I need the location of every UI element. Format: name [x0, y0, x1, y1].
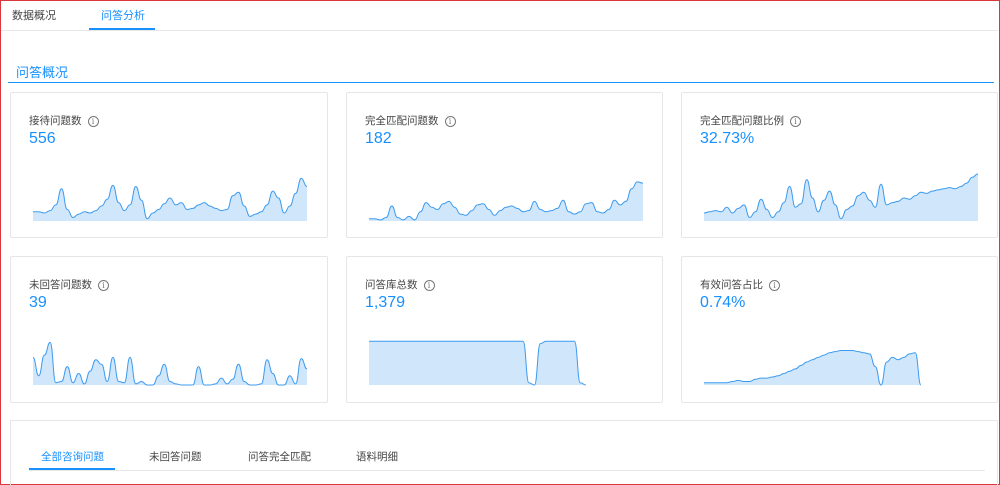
sparkline-area: [369, 181, 643, 221]
tab-all-questions[interactable]: 全部咨询问题: [41, 449, 104, 464]
card-label: 接待问题数: [29, 115, 82, 127]
card-label: 未回答问题数: [29, 279, 92, 291]
tab-data-overview[interactable]: 数据概况: [12, 7, 56, 23]
card-label: 问答库总数: [365, 279, 418, 291]
sparkline-area: [704, 173, 978, 221]
card-value: 39: [29, 294, 47, 311]
sparkline-chart: [703, 173, 979, 221]
sparkline-chart: [704, 350, 922, 386]
card-value: 32.73%: [700, 130, 755, 147]
section-divider: [8, 82, 994, 83]
window-frame: [0, 0, 1000, 485]
sparkline-chart: [369, 340, 586, 386]
sparkline-area: [33, 178, 307, 221]
info-icon[interactable]: i: [444, 116, 456, 127]
tab-corpus-details[interactable]: 语料明细: [356, 449, 398, 464]
tab-exact-match[interactable]: 问答完全匹配: [248, 449, 311, 464]
info-icon[interactable]: i: [87, 116, 99, 127]
sparkline-area: [33, 342, 307, 385]
question-list-panel: 全部咨询问题 未回答问题 问答完全匹配 语料明细: [10, 420, 998, 485]
sub-tab-divider: [29, 470, 985, 471]
sparkline-chart: [32, 177, 308, 221]
card-label: 完全匹配问题数: [365, 115, 439, 127]
card-label: 完全匹配问题比例: [700, 115, 784, 127]
card-value: 1,379: [365, 294, 406, 311]
section-title: 问答概况: [16, 66, 69, 81]
stat-card-valid-qa-ratio: 有效问答占比 i 0.74%: [681, 256, 998, 403]
stat-card-qa-library-total: 问答库总数 i 1,379: [346, 256, 663, 403]
info-icon[interactable]: i: [423, 280, 435, 291]
card-value: 0.74%: [700, 294, 746, 311]
info-icon[interactable]: i: [769, 280, 780, 291]
stat-card-received-questions: 接待问题数 i 556: [10, 92, 328, 238]
top-tab-bar: 数据概况 问答分析: [1, 1, 998, 31]
info-icon[interactable]: i: [790, 116, 801, 127]
sparkline-area: [704, 350, 921, 385]
sparkline-chart: [32, 341, 308, 386]
card-label: 有效问答占比: [700, 279, 763, 291]
sparkline-area: [369, 341, 586, 385]
tab-unanswered-questions[interactable]: 未回答问题: [149, 449, 202, 464]
stat-card-exact-match-ratio: 完全匹配问题比例 i 32.73%: [681, 92, 998, 238]
tab-qa-analysis[interactable]: 问答分析: [101, 7, 145, 23]
info-icon[interactable]: i: [98, 280, 109, 291]
sparkline-chart: [369, 181, 644, 221]
active-tab-indicator: [89, 28, 155, 30]
stat-card-exact-match-count: 完全匹配问题数 i 182: [346, 92, 663, 238]
stat-card-unanswered-questions: 未回答问题数 i 39: [10, 256, 328, 403]
card-value: 182: [365, 130, 392, 147]
card-value: 556: [29, 130, 56, 147]
